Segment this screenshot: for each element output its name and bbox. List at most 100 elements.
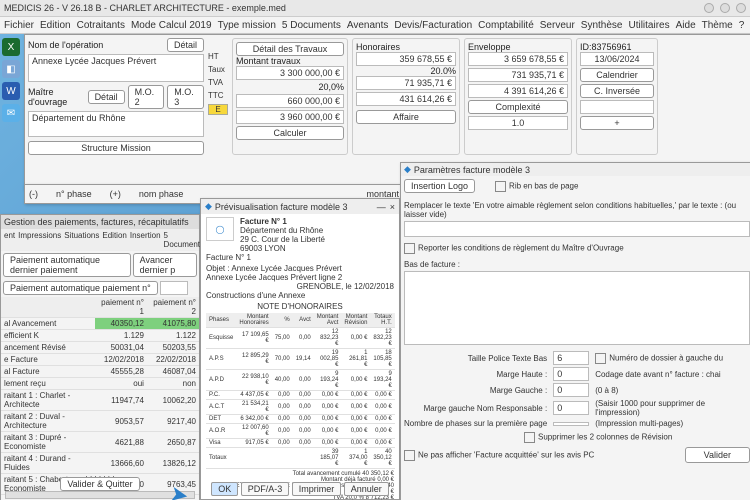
mo-detail-button[interactable]: Détail bbox=[88, 90, 125, 104]
detail-travaux-button[interactable]: Détail des Travaux bbox=[236, 42, 344, 56]
mgr-tab-docs[interactable]: 5 Documents bbox=[164, 231, 204, 249]
plus-button[interactable]: + bbox=[580, 116, 654, 130]
preview-pdf-button[interactable]: PDF/A-3 bbox=[241, 482, 290, 496]
env-v2[interactable]: 731 935,71 € bbox=[468, 68, 568, 82]
preview-min-icon[interactable]: — bbox=[377, 202, 386, 212]
mgr-tab-impressions[interactable]: Impressions bbox=[18, 231, 61, 249]
table-row[interactable]: lement reçuouinon bbox=[1, 378, 199, 390]
table-row[interactable]: raitant 2 : Duval - Architecture9053,579… bbox=[1, 411, 199, 432]
tp-label: Taille Police Texte Bas bbox=[404, 354, 547, 363]
num-check[interactable]: Numéro de dossier à gauche du bbox=[595, 353, 750, 364]
phase-minus[interactable]: (-) bbox=[29, 189, 38, 199]
reporter-check[interactable]: Reporter les conditions de règlement du … bbox=[404, 243, 750, 254]
env-v1[interactable]: 3 659 678,55 € bbox=[468, 52, 568, 66]
mgr-col1[interactable]: paiement n° 1 bbox=[95, 297, 147, 318]
bas-field[interactable] bbox=[404, 271, 750, 345]
table-row[interactable]: ancement Révisé50031,0450203,55 bbox=[1, 342, 199, 354]
menu-synthese[interactable]: Synthèse bbox=[581, 20, 623, 31]
mo2-button[interactable]: M.O. 2 bbox=[128, 85, 165, 109]
hono-v2[interactable]: 71 935,71 € bbox=[356, 76, 456, 90]
preview-close-icon[interactable]: × bbox=[390, 202, 395, 212]
preview-print-button[interactable]: Imprimer bbox=[292, 482, 342, 496]
complexite-button[interactable]: Complexité bbox=[468, 100, 568, 114]
npp-field[interactable] bbox=[553, 422, 589, 426]
excel-icon[interactable]: X bbox=[2, 38, 20, 56]
word-icon[interactable]: W bbox=[2, 82, 20, 100]
mgr-tab-situations[interactable]: Situations bbox=[64, 231, 99, 249]
menu-utilitaires[interactable]: Utilitaires bbox=[628, 20, 669, 31]
complexite-val[interactable]: 1.0 bbox=[468, 116, 568, 130]
menu-theme[interactable]: Thème bbox=[702, 20, 733, 31]
mh-field[interactable]: 0 bbox=[553, 367, 589, 381]
replace-field[interactable] bbox=[404, 221, 750, 237]
mgr-btn-auto-last[interactable]: Paiement automatique dernier paiement bbox=[3, 253, 131, 277]
table-row[interactable]: raitant 1 : Charlet - Architecte11947,74… bbox=[1, 390, 199, 411]
menu-avenants[interactable]: Avenants bbox=[347, 20, 389, 31]
menu-edition[interactable]: Edition bbox=[40, 20, 71, 31]
mail-icon[interactable]: ✉ bbox=[2, 104, 20, 122]
win-min-icon[interactable] bbox=[704, 3, 714, 13]
mgr-tab-edition[interactable]: Edition bbox=[102, 231, 126, 249]
progress-bar bbox=[5, 491, 195, 499]
table-row[interactable]: efficient K1.1291.122 bbox=[1, 330, 199, 342]
menubar: Fichier Edition Cotraitants Mode Calcul … bbox=[0, 17, 750, 34]
mgr-col2[interactable]: paiement n° 2 bbox=[147, 297, 199, 318]
menu-typemission[interactable]: Type mission bbox=[218, 20, 276, 31]
op-name-field[interactable]: Annexe Lycée Jacques Prévert bbox=[28, 54, 204, 82]
mgr-n-field[interactable] bbox=[160, 281, 188, 295]
travaux-sub-field[interactable]: 660 000,00 € bbox=[236, 94, 344, 108]
table-row[interactable]: raitant 3 : Dupré - Economiste4621,88265… bbox=[1, 432, 199, 453]
table-row[interactable]: e Facture12/02/201822/02/2018 bbox=[1, 354, 199, 366]
affaire-button[interactable]: Affaire bbox=[356, 110, 456, 124]
hono-v1[interactable]: 359 678,55 € bbox=[356, 52, 456, 66]
preview-cancel-button[interactable]: Annuler bbox=[344, 482, 389, 496]
desktop-dock: X ◧ W ✉ bbox=[0, 34, 26, 126]
date-field[interactable]: 13/06/2024 bbox=[580, 52, 654, 66]
phase-plus[interactable]: (+) bbox=[110, 189, 121, 199]
params-valider-button[interactable]: Valider bbox=[685, 447, 750, 463]
table-row[interactable]: al Facture45555,2846087,04 bbox=[1, 366, 199, 378]
mo-field[interactable]: Département du Rhône bbox=[28, 111, 204, 137]
menu-help[interactable]: ? bbox=[739, 20, 745, 31]
cinversee-button[interactable]: C. Inversée bbox=[580, 84, 654, 98]
mo3-button[interactable]: M.O. 3 bbox=[167, 85, 204, 109]
mnr-field[interactable]: 0 bbox=[553, 401, 589, 415]
mgr-title: Gestion des paiements, factures, récapit… bbox=[1, 215, 199, 229]
facture-city: LYON bbox=[264, 244, 285, 253]
avis-check[interactable]: Ne pas afficher 'Facture acquittée' sur … bbox=[404, 450, 594, 461]
insertion-logo-button[interactable]: Insertion Logo bbox=[404, 179, 475, 193]
env-v3[interactable]: 4 391 614,26 € bbox=[468, 84, 568, 98]
sup-check[interactable]: Supprimer les 2 colonnes de Révision bbox=[404, 432, 750, 443]
mgr-btn-auto-n[interactable]: Paiement automatique paiement n° bbox=[3, 281, 158, 295]
table-row[interactable]: al Avancement40350,1241075,80 bbox=[1, 318, 199, 330]
preview-ok-button[interactable]: OK bbox=[211, 482, 238, 496]
col-header: Totaux H.T. bbox=[370, 313, 394, 328]
phase-nom-label: nom phase bbox=[139, 189, 184, 199]
travaux-tot-field[interactable]: 3 960 000,00 € bbox=[236, 110, 344, 124]
win-close-icon[interactable] bbox=[736, 3, 746, 13]
mgr-tab-ent[interactable]: ent bbox=[4, 231, 15, 249]
menu-documents[interactable]: 5 Documents bbox=[282, 20, 341, 31]
menu-compta[interactable]: Comptabilité bbox=[478, 20, 534, 31]
menu-fichier[interactable]: Fichier bbox=[4, 20, 34, 31]
rib-check[interactable]: Rib en bas de page bbox=[495, 181, 578, 192]
menu-cotraitants[interactable]: Cotraitants bbox=[77, 20, 125, 31]
menu-serveur[interactable]: Serveur bbox=[540, 20, 575, 31]
app-icon[interactable]: ◧ bbox=[2, 60, 20, 78]
table-row: A.P.D22 938,10 €40,000,009 193,24 €0,00 … bbox=[206, 370, 395, 391]
structure-mission-button[interactable]: Structure Mission bbox=[28, 141, 204, 155]
menu-aide[interactable]: Aide bbox=[676, 20, 696, 31]
mgr-tab-insertion[interactable]: Insertion bbox=[130, 231, 161, 249]
mg-field[interactable]: 0 bbox=[553, 383, 589, 397]
calendrier-button[interactable]: Calendrier bbox=[580, 68, 654, 82]
menu-devis[interactable]: Devis/Facturation bbox=[394, 20, 472, 31]
tp-field[interactable]: 6 bbox=[553, 351, 589, 365]
montant-travaux-field[interactable]: 3 300 000,00 € bbox=[236, 66, 344, 80]
calculer-button[interactable]: Calculer bbox=[236, 126, 344, 140]
win-max-icon[interactable] bbox=[720, 3, 730, 13]
valider-quitter-button[interactable]: Valider & Quitter bbox=[60, 477, 139, 491]
menu-modecalcul[interactable]: Mode Calcul 2019 bbox=[131, 20, 212, 31]
mgr-btn-advance[interactable]: Avancer dernier p bbox=[133, 253, 197, 277]
hono-v3[interactable]: 431 614,26 € bbox=[356, 92, 456, 106]
op-detail-button[interactable]: Détail bbox=[167, 38, 204, 52]
